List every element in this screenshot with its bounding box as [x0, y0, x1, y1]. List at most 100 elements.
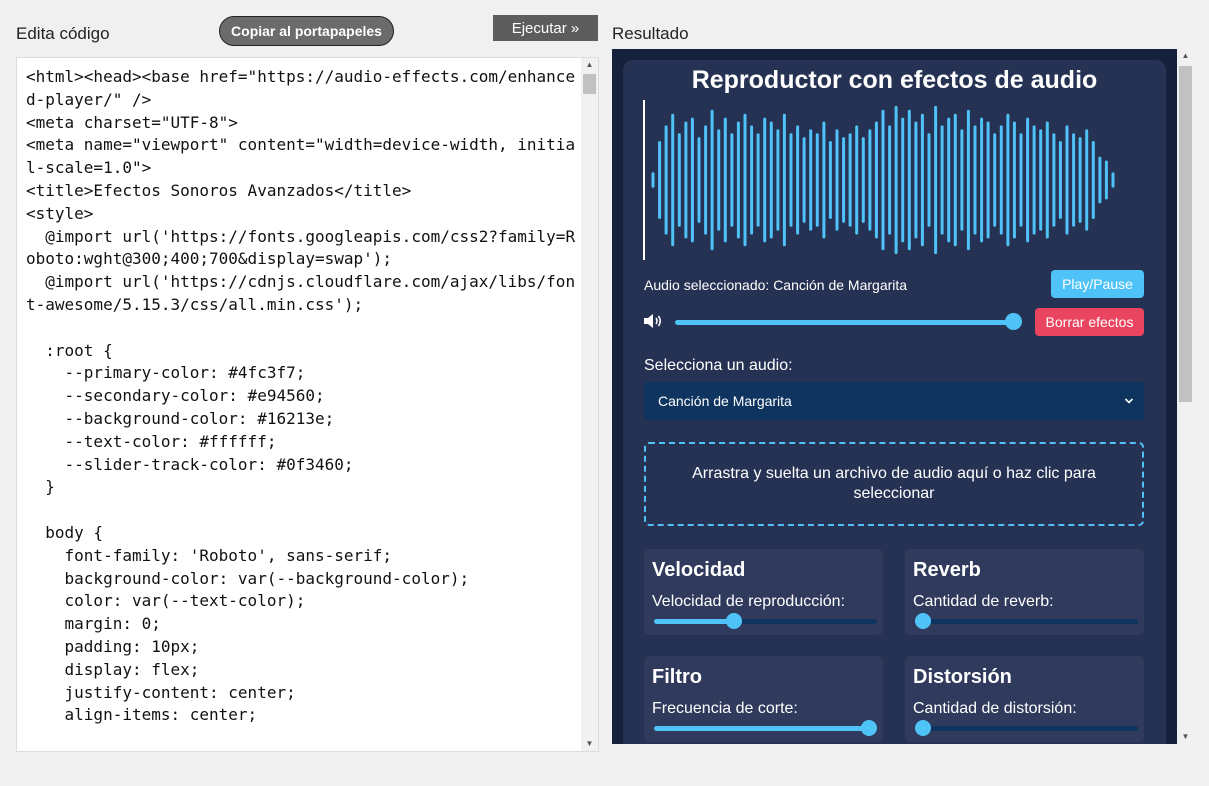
waveform-bar [966, 109, 970, 251]
waveform-bar [999, 125, 1003, 235]
waveform-bar [920, 113, 924, 247]
volume-slider-thumb[interactable] [1005, 313, 1022, 330]
waveform-bar [697, 137, 701, 223]
waveform-bar [914, 121, 918, 239]
slider-thumb[interactable] [915, 613, 931, 629]
waveform-bar [815, 133, 819, 227]
waveform-bar [888, 125, 892, 235]
waveform-bar [993, 133, 997, 227]
slider-thumb[interactable] [861, 720, 877, 736]
editor-scrollbar[interactable]: ▲ ▼ [581, 58, 598, 751]
waveform-bar [842, 137, 846, 223]
result-frame: Reproductor con efectos de audio Audio s… [612, 49, 1194, 744]
result-label: Resultado [612, 24, 689, 43]
effect-title: Distorsión [913, 666, 1012, 688]
waveform-bar [828, 141, 832, 219]
effect-label: Velocidad de reproducción: [652, 593, 846, 610]
waveform-bar [789, 133, 793, 227]
scroll-thumb[interactable] [1179, 66, 1192, 402]
waveform-bar [940, 125, 944, 235]
waveform-bar [677, 133, 681, 227]
audio-player-card: Reproductor con efectos de audio Audio s… [623, 60, 1166, 744]
waveform-bar [796, 125, 800, 235]
effect-reverb-panel: Reverb Cantidad de reverb: [905, 549, 1144, 635]
waveform-bar [723, 117, 727, 243]
waveform-bar [1019, 133, 1023, 227]
effect-title: Reverb [913, 559, 981, 581]
waveform-bar [704, 125, 708, 235]
slider-fill [654, 619, 735, 624]
waveform-bar [1111, 172, 1115, 188]
effect-filter-panel: Filtro Frecuencia de corte: [644, 656, 883, 742]
scroll-thumb[interactable] [583, 74, 596, 94]
file-dropzone[interactable]: Arrastra y suelta un archivo de audio aq… [644, 442, 1144, 526]
waveform[interactable] [643, 100, 1119, 260]
waveform-bar [1032, 125, 1036, 235]
run-button[interactable]: Ejecutar » [493, 15, 598, 41]
waveform-bar [1085, 129, 1089, 231]
waveform-bar [750, 125, 754, 235]
waveform-bar [855, 125, 859, 235]
waveform-bar [822, 121, 826, 239]
waveform-bar [1078, 137, 1082, 223]
effect-label: Cantidad de distorsión: [913, 700, 1077, 717]
effect-title: Velocidad [652, 559, 746, 581]
scroll-up-arrow-icon[interactable]: ▲ [1177, 49, 1194, 63]
waveform-bar [1026, 117, 1030, 243]
slider-thumb[interactable] [915, 720, 931, 736]
effect-distortion-panel: Distorsión Cantidad de distorsión: [905, 656, 1144, 742]
copy-to-clipboard-button[interactable]: Copiar al portapapeles [219, 16, 394, 46]
audio-select[interactable]: Canción de Margarita [644, 382, 1144, 420]
audio-select-value: Canción de Margarita [658, 393, 792, 409]
waveform-bar [802, 137, 806, 223]
effect-title: Filtro [652, 666, 702, 688]
slider-thumb[interactable] [726, 613, 743, 629]
waveform-bar [782, 113, 786, 247]
waveform-bar [684, 121, 688, 239]
waveform-bar [730, 133, 734, 227]
waveform-bar [690, 117, 694, 243]
waveform-bar [717, 129, 721, 231]
waveform-bar [1091, 141, 1095, 219]
scroll-down-arrow-icon[interactable]: ▼ [581, 737, 598, 751]
waveform-bar [907, 109, 911, 251]
scroll-down-arrow-icon[interactable]: ▼ [1177, 730, 1194, 744]
scroll-up-arrow-icon[interactable]: ▲ [581, 58, 598, 72]
waveform-bar [927, 133, 931, 227]
waveform-bar [953, 113, 957, 247]
code-editor[interactable]: <html><head><base href="https://audio-ef… [16, 57, 599, 752]
waveform-bar [835, 129, 839, 231]
waveform-bar [776, 129, 780, 231]
waveform-bar [947, 117, 951, 243]
edit-code-label: Edita código [16, 24, 110, 43]
result-scrollbar[interactable]: ▲ ▼ [1177, 49, 1194, 744]
waveform-bar [874, 121, 878, 239]
play-pause-button[interactable]: Play/Pause [1051, 270, 1144, 298]
waveform-bar [671, 113, 675, 247]
volume-slider-track[interactable] [675, 320, 1021, 325]
effect-label: Cantidad de reverb: [913, 593, 1054, 610]
reverb-slider[interactable] [915, 613, 1138, 629]
waveform-bar [980, 117, 984, 243]
waveform-bar [848, 133, 852, 227]
player-title: Reproductor con efectos de audio [691, 66, 1098, 94]
waveform-bar [934, 105, 938, 255]
clear-effects-button[interactable]: Borrar efectos [1035, 308, 1144, 336]
waveform-bar [901, 117, 905, 243]
waveform-bar [861, 137, 865, 223]
filter-slider[interactable] [654, 720, 877, 736]
waveform-bar [894, 105, 898, 255]
waveform-bar [651, 172, 655, 188]
waveform-bar [1006, 113, 1010, 247]
waveform-bar [710, 109, 714, 251]
waveform-bar [658, 141, 662, 219]
code-text[interactable]: <html><head><base href="https://audio-ef… [26, 66, 581, 727]
waveform-bar [756, 133, 760, 227]
waveform-bar [1104, 160, 1108, 200]
select-audio-label: Selecciona un audio: [644, 357, 793, 374]
waveform-bar [1052, 133, 1056, 227]
waveform-bar [763, 117, 767, 243]
distortion-slider[interactable] [915, 720, 1138, 736]
speed-slider[interactable] [654, 613, 877, 629]
volume-icon [644, 314, 662, 328]
